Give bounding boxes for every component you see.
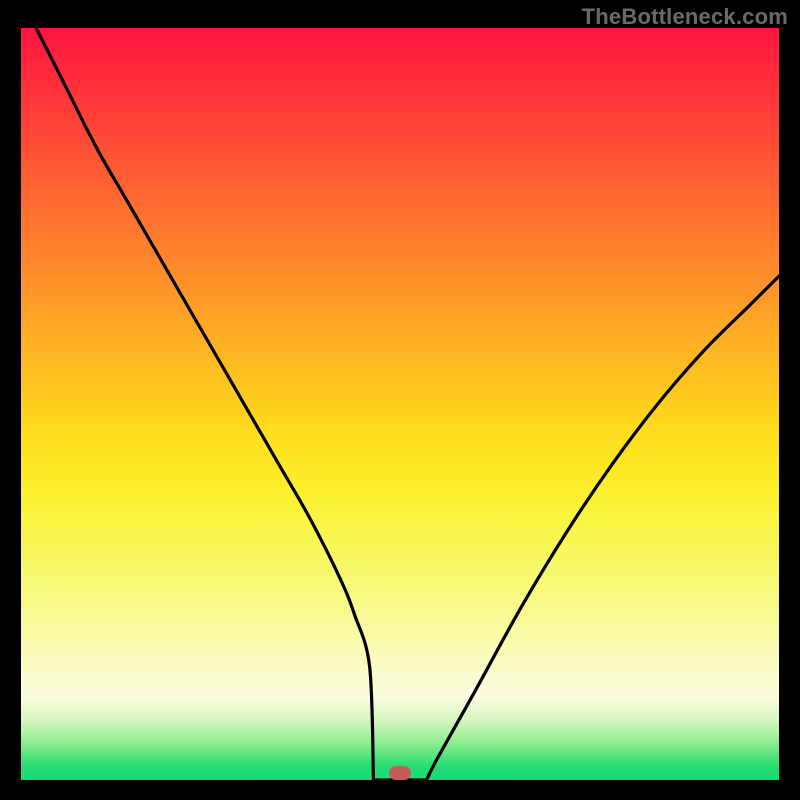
watermark-text: TheBottleneck.com — [582, 4, 788, 30]
plot-area — [21, 28, 779, 780]
chart-frame: TheBottleneck.com — [0, 0, 800, 800]
optimal-marker — [389, 766, 411, 780]
bottleneck-curve — [36, 28, 779, 780]
curve-layer — [21, 28, 779, 780]
